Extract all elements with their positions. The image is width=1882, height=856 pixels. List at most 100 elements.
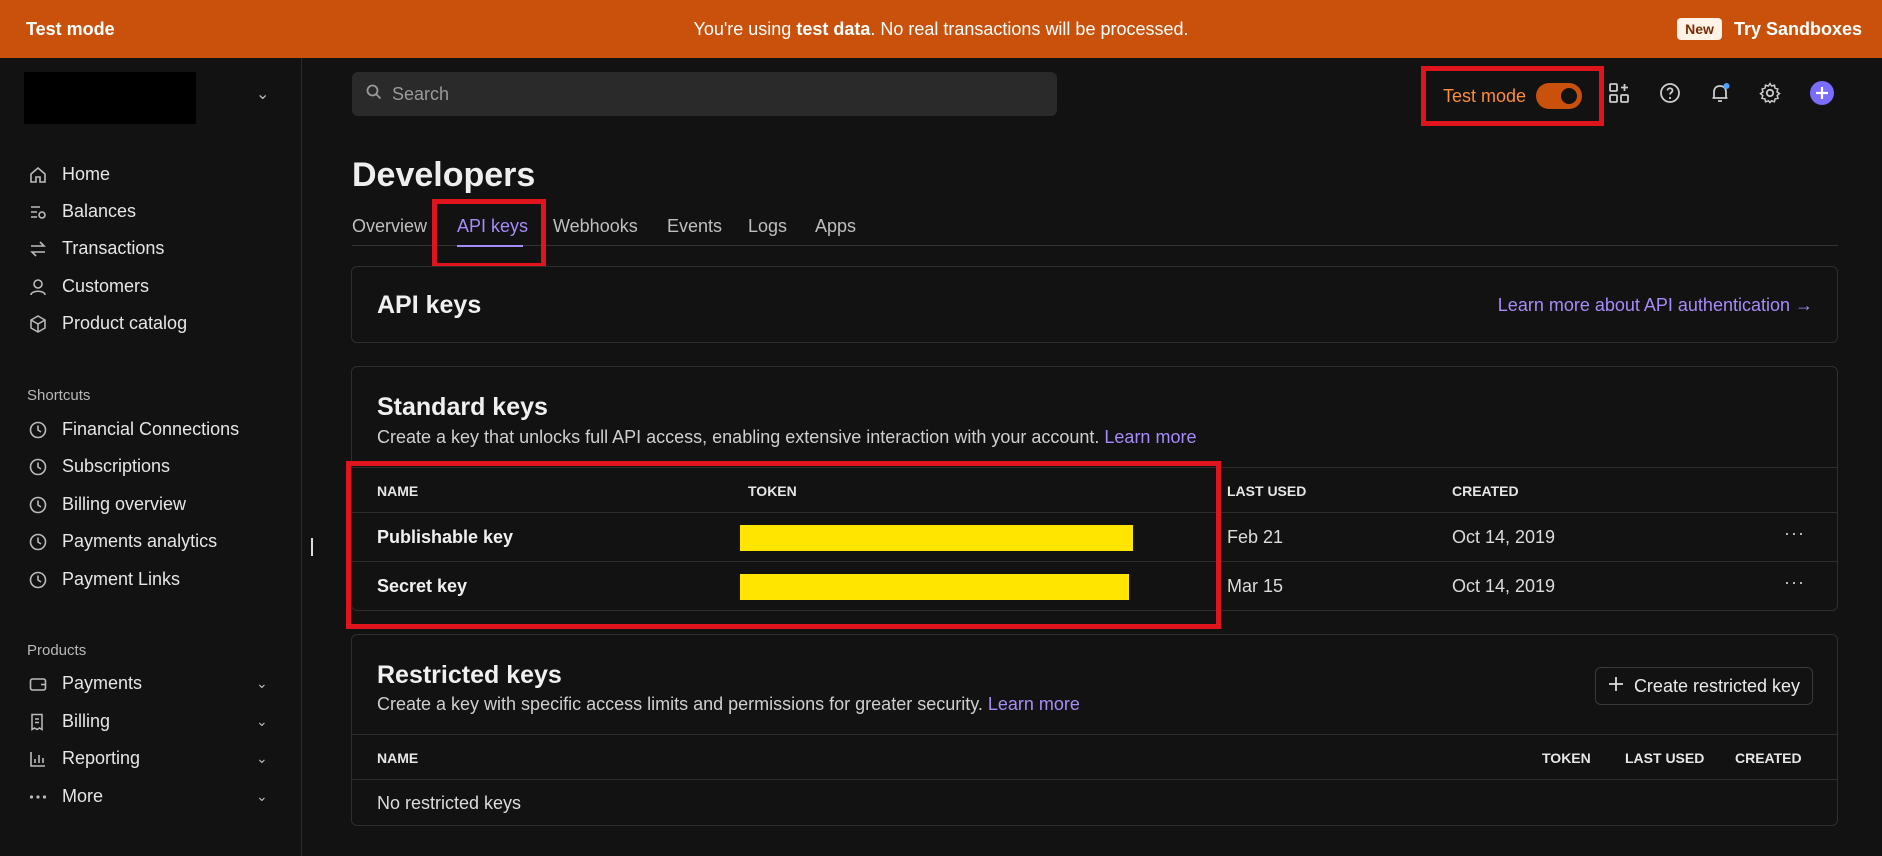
standard-keys-table-header: NAME TOKEN LAST USED CREATED — [352, 467, 1837, 513]
sidebar-item-customers[interactable]: Customers — [28, 276, 149, 297]
restricted-keys-learn-more-link[interactable]: Learn more — [988, 694, 1080, 714]
help-icon[interactable] — [1657, 80, 1683, 106]
sidebar-item-payment-links[interactable]: Payment Links — [28, 569, 180, 590]
column-name: NAME — [377, 750, 419, 766]
standard-keys-card: Standard keys Create a key that unlocks … — [351, 366, 1838, 611]
sidebar-item-financial-connections[interactable]: Financial Connections — [28, 419, 239, 440]
sidebar-item-label: Billing overview — [62, 494, 187, 514]
chevron-down-icon[interactable]: ⌄ — [256, 750, 268, 767]
sidebar-item-billing[interactable]: Billing ⌄ — [28, 711, 268, 732]
empty-state-text: No restricted keys — [377, 793, 522, 813]
restricted-keys-heading: Restricted keys — [377, 661, 562, 689]
customers-icon — [28, 277, 48, 297]
toggle-knob — [1559, 86, 1580, 106]
standard-keys-description: Create a key that unlocks full API acces… — [377, 427, 1197, 447]
tab-events[interactable]: Events — [667, 216, 722, 237]
sidebar-item-reporting[interactable]: Reporting ⌄ — [28, 748, 268, 769]
sidebar-item-label: Financial Connections — [62, 419, 240, 439]
sidebar-item-payments[interactable]: Payments ⌄ — [28, 673, 268, 694]
row-overflow-menu-icon[interactable]: ··· — [1784, 572, 1805, 593]
tab-api-keys[interactable]: API keys — [457, 216, 528, 237]
sidebar-item-billing-overview[interactable]: Billing overview — [28, 494, 186, 515]
home-icon — [28, 165, 48, 185]
product-catalog-icon — [28, 314, 48, 334]
create-restricted-key-label: Create restricted key — [1633, 675, 1800, 696]
tab-overview[interactable]: Overview — [352, 216, 427, 237]
sidebar-item-home[interactable]: Home — [28, 164, 110, 185]
create-restricted-key-button[interactable]: Create restricted key — [1594, 667, 1813, 705]
chevron-down-icon[interactable]: ⌄ — [256, 713, 268, 730]
standard-keys-learn-more-link[interactable]: Learn more — [1104, 427, 1196, 447]
sidebar-item-payments-analytics[interactable]: Payments analytics — [28, 531, 217, 552]
chart-icon — [28, 749, 48, 769]
search-placeholder: Search — [392, 83, 450, 104]
clock-icon — [28, 457, 48, 477]
restricted-keys-card: Restricted keys Create a key with specif… — [351, 634, 1838, 826]
sidebar-item-subscriptions[interactable]: Subscriptions — [28, 456, 170, 477]
account-switcher[interactable] — [24, 72, 196, 124]
key-last-used: Feb 21 — [1227, 527, 1284, 547]
billing-icon — [28, 712, 48, 732]
banner-mode-label: Test mode — [26, 18, 115, 39]
products-heading: Products — [27, 642, 87, 659]
wallet-icon — [28, 674, 48, 694]
notifications-bell-icon[interactable] — [1707, 80, 1733, 106]
table-row[interactable]: Publishable key Feb 21 Oct 14, 2019 ··· — [352, 513, 1837, 562]
search-icon — [366, 84, 382, 105]
gear-icon[interactable] — [1757, 80, 1783, 106]
sidebar-item-label: Balances — [62, 201, 137, 221]
test-mode-toggle[interactable] — [1536, 83, 1583, 109]
sidebar-item-label: Reporting — [62, 748, 141, 768]
api-keys-heading: API keys — [377, 291, 482, 319]
sidebar-item-label: Transactions — [62, 238, 165, 258]
banner-message: You're using test data. No real transact… — [693, 18, 1189, 39]
test-mode-label: Test mode — [1442, 85, 1527, 106]
search-input[interactable]: Search — [352, 72, 1057, 116]
try-sandboxes-label[interactable]: Try Sandboxes — [1734, 19, 1862, 40]
column-token: TOKEN — [748, 483, 797, 499]
column-created: CREATED — [1735, 750, 1802, 766]
column-created: CREATED — [1452, 483, 1519, 499]
column-name: NAME — [377, 483, 419, 499]
sidebar-item-label: Home — [62, 164, 111, 184]
clock-icon — [28, 532, 48, 552]
sidebar-item-transactions[interactable]: Transactions — [28, 238, 164, 259]
learn-api-authentication-link[interactable]: Learn more about API authentication → — [1498, 295, 1813, 316]
plus-icon — [1608, 676, 1624, 697]
shortcuts-heading: Shortcuts — [27, 387, 91, 404]
chevron-down-icon[interactable]: ⌄ — [256, 84, 269, 104]
transactions-icon — [28, 239, 48, 259]
sidebar-item-label: Customers — [62, 276, 150, 296]
tab-webhooks[interactable]: Webhooks — [553, 216, 638, 237]
table-row[interactable]: Secret key Mar 15 Oct 14, 2019 ··· — [352, 562, 1837, 611]
token-redacted — [740, 525, 1133, 551]
balances-icon — [28, 202, 48, 222]
sidebar-item-balances[interactable]: Balances — [28, 201, 136, 222]
clock-icon — [28, 570, 48, 590]
column-token: TOKEN — [1542, 750, 1591, 766]
sidebar-item-label: Product catalog — [62, 313, 188, 333]
sidebar-item-more[interactable]: More ⌄ — [28, 786, 268, 807]
sidebar-item-label: Payment Links — [62, 569, 181, 589]
column-last-used: LAST USED — [1227, 483, 1307, 499]
sidebar-item-product-catalog[interactable]: Product catalog — [28, 313, 187, 334]
tab-logs[interactable]: Logs — [748, 216, 787, 237]
key-name: Secret key — [377, 576, 468, 596]
tab-apps[interactable]: Apps — [815, 216, 856, 237]
apps-icon[interactable] — [1606, 80, 1632, 106]
row-overflow-menu-icon[interactable]: ··· — [1784, 523, 1805, 544]
chevron-down-icon[interactable]: ⌄ — [256, 675, 268, 692]
create-plus-icon[interactable] — [1809, 80, 1835, 106]
page-title: Developers — [352, 156, 536, 194]
more-icon — [28, 787, 48, 807]
restricted-keys-table-header: NAME TOKEN LAST USED CREATED — [352, 734, 1837, 780]
clock-icon — [28, 495, 48, 515]
developer-tabs: Overview API keys Webhooks Events Logs A… — [352, 212, 1838, 246]
chevron-down-icon[interactable]: ⌄ — [256, 788, 268, 805]
column-last-used: LAST USED — [1625, 750, 1705, 766]
api-keys-card: API keys Learn more about API authentica… — [351, 266, 1838, 343]
sidebar-item-label: Subscriptions — [62, 456, 171, 476]
restricted-keys-description: Create a key with specific access limits… — [377, 694, 1080, 714]
try-sandboxes-link[interactable]: New Try Sandboxes — [1677, 18, 1862, 40]
token-redacted — [740, 574, 1129, 600]
